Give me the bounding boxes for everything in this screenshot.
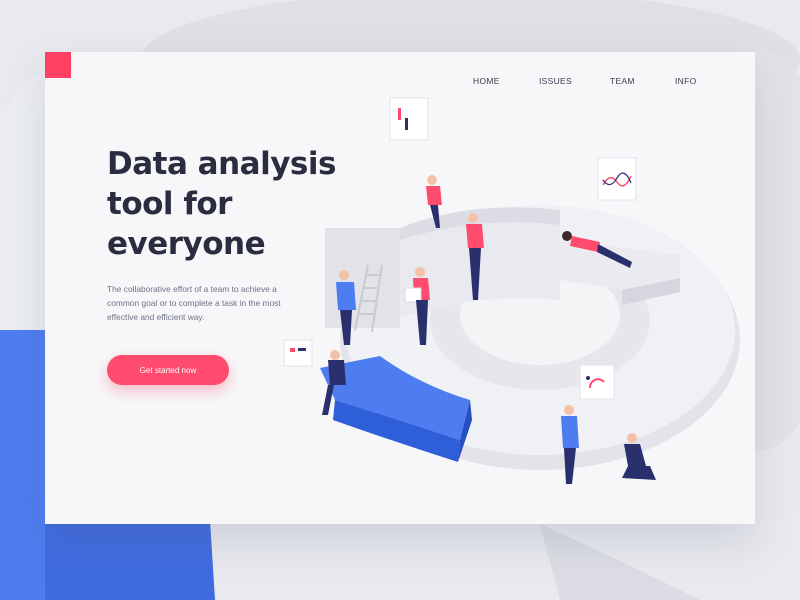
get-started-button[interactable]: Get started now [107,355,229,385]
panel-line-chart [597,157,637,201]
hero-description: The collaborative effort of a team to ac… [107,284,281,322]
person-standing-bottom [561,405,579,484]
hero-title-line2: tool for [107,186,232,222]
hero-title-line1: Data analysis [107,146,336,182]
hero-title-line3: everyone [107,226,266,262]
panel-gauge [579,364,615,400]
panel-small-chart-left [283,339,313,367]
panel-bar-chart [389,97,429,141]
hero-title: Data analysis tool for everyone [107,144,347,264]
